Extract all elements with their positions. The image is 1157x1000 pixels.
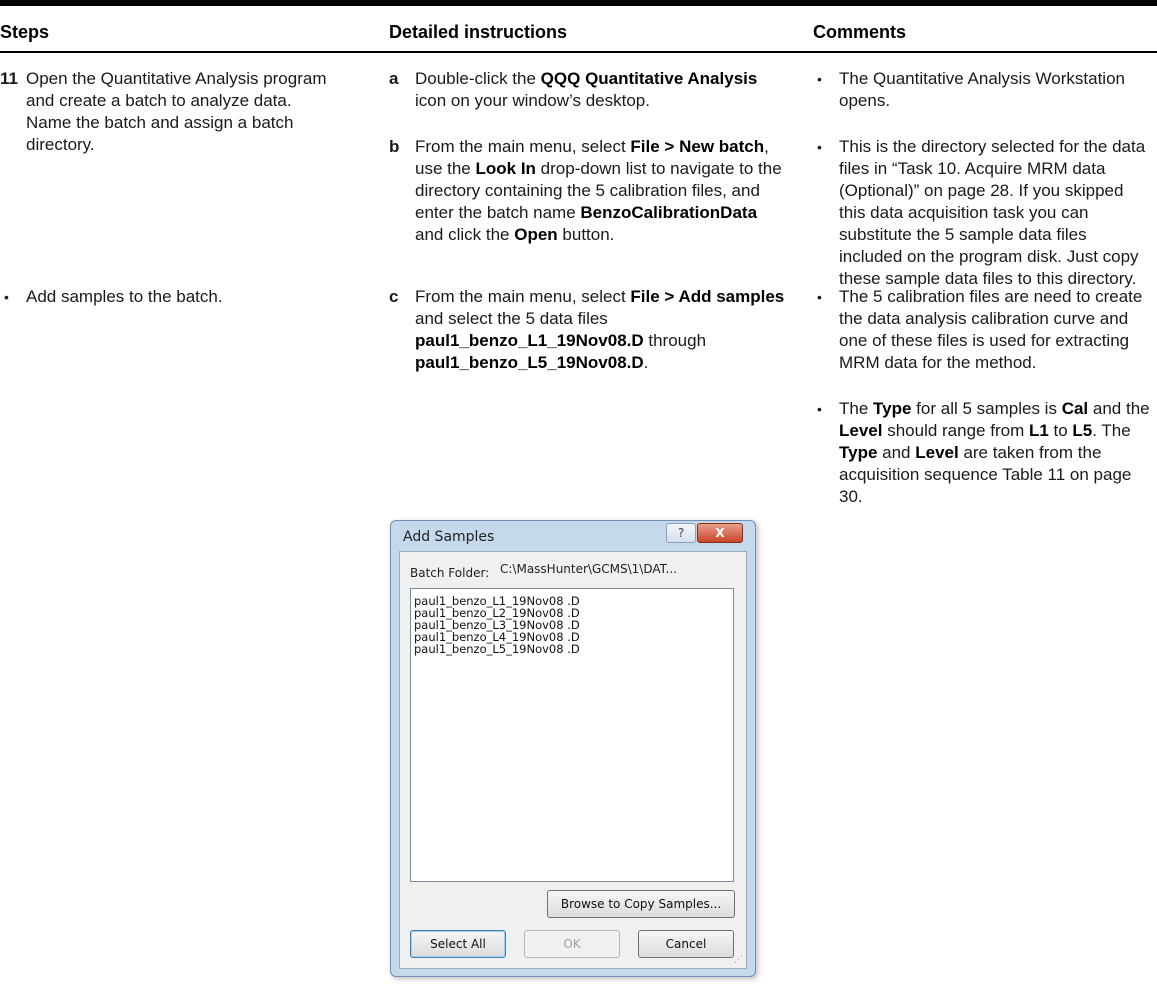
comment-2: • This is the directory selected for the… — [813, 136, 1153, 290]
instruction-text: through — [643, 331, 707, 350]
comment-text: should range from — [882, 421, 1029, 440]
browse-to-copy-samples-button[interactable]: Browse to Copy Samples... — [547, 890, 735, 918]
instruction-bold: QQQ Quantitative Analysis — [540, 69, 758, 88]
instruction-text: and select the 5 data files — [415, 309, 608, 328]
instruction-text: From the main menu, select — [415, 287, 631, 306]
instruction-bold: paul1_benzo_L5_19Nov08.D — [415, 353, 644, 372]
instruction-a: a Double-click the QQQ Quantitative Anal… — [389, 68, 789, 112]
comment-bold: Type — [873, 399, 912, 418]
cancel-button[interactable]: Cancel — [638, 930, 734, 958]
comment-text: The 5 calibration files are need to crea… — [839, 287, 1143, 372]
instruction-bold: BenzoCalibrationData — [580, 203, 758, 222]
instruction-bold: Open — [514, 225, 558, 244]
instruction-text: . — [643, 353, 649, 372]
resize-grip-icon[interactable]: ⋰ — [734, 955, 743, 965]
comment-text: and the — [1088, 399, 1150, 418]
bullet-marker: • — [817, 139, 822, 155]
comment-text: This is the directory selected for the d… — [839, 137, 1146, 288]
header-steps: Steps — [0, 22, 50, 42]
comment-bold: L5 — [1072, 421, 1093, 440]
step-11: 11 Open the Quantitative Analysis progra… — [0, 68, 350, 156]
comment-bold: L1 — [1028, 421, 1049, 440]
instruction-letter: b — [389, 137, 400, 156]
bullet-marker: • — [817, 289, 822, 305]
comment-text: . The — [1092, 421, 1131, 440]
help-button[interactable]: ? — [666, 523, 696, 543]
header-detailed-instructions: Detailed instructions — [389, 22, 568, 42]
header-comments: Comments — [813, 22, 907, 42]
batch-folder-path: C:\MassHunter\GCMS\1\DAT... — [500, 562, 677, 576]
list-item[interactable]: paul1_benzo_L5_19Nov08 .D — [411, 643, 733, 655]
add-samples-dialog: Add Samples ? X Batch Folder: C:\MassHun… — [390, 520, 756, 977]
comment-3: • The 5 calibration files are need to cr… — [813, 286, 1153, 374]
comment-bold: Type — [839, 443, 878, 462]
comment-1: • The Quantitative Analysis Workstation … — [813, 68, 1153, 112]
dialog-title: Add Samples — [403, 529, 495, 545]
comment-text: to — [1048, 421, 1073, 440]
comment-bold: Cal — [1061, 399, 1089, 418]
bullet-marker: • — [4, 289, 9, 305]
header-rule — [0, 51, 1157, 53]
instruction-bold: Look In — [475, 159, 536, 178]
step-number: 11 — [0, 69, 18, 88]
select-all-button[interactable]: Select All — [410, 930, 506, 958]
comment-text: The Quantitative Analysis Workstation op… — [839, 69, 1125, 110]
batch-folder-label: Batch Folder: — [410, 566, 490, 580]
instruction-letter: c — [389, 287, 399, 306]
instruction-text: and click the — [415, 225, 515, 244]
instruction-bold: File > Add samples — [630, 287, 785, 306]
instruction-bold: paul1_benzo_L1_19Nov08.D — [415, 331, 644, 350]
comment-text: for all 5 samples is — [911, 399, 1062, 418]
close-button[interactable]: X — [697, 523, 743, 543]
sample-file-list[interactable]: paul1_benzo_L1_19Nov08 .D paul1_benzo_L2… — [410, 588, 734, 882]
comment-bold: Level — [915, 443, 959, 462]
comment-4: • The Type for all 5 samples is Cal and … — [813, 398, 1153, 508]
step-11-subtext: Name the batch and assign a batch direct… — [26, 113, 294, 154]
step-add-samples-text: Add samples to the batch. — [26, 287, 223, 306]
instruction-letter: a — [389, 69, 399, 88]
instruction-c: c From the main menu, select File > Add … — [389, 286, 789, 374]
instruction-text: Double-click the — [415, 69, 541, 88]
instruction-bold: File > New batch — [630, 137, 765, 156]
top-rule — [0, 0, 1157, 6]
instruction-b: b From the main menu, select File > New … — [389, 136, 789, 246]
dialog-body: Batch Folder: C:\MassHunter\GCMS\1\DAT..… — [399, 551, 747, 969]
bullet-marker: • — [817, 71, 822, 87]
instruction-text: button. — [557, 225, 615, 244]
step-11-text: Open the Quantitative Analysis program a… — [26, 69, 327, 110]
instruction-text: From the main menu, select — [415, 137, 631, 156]
comment-text: The — [839, 399, 874, 418]
ok-button[interactable]: OK — [524, 930, 620, 958]
comment-bold: Level — [839, 421, 883, 440]
comment-text: and — [877, 443, 916, 462]
bullet-marker: • — [817, 401, 822, 417]
instruction-text: icon on your window’s desktop. — [415, 91, 650, 110]
